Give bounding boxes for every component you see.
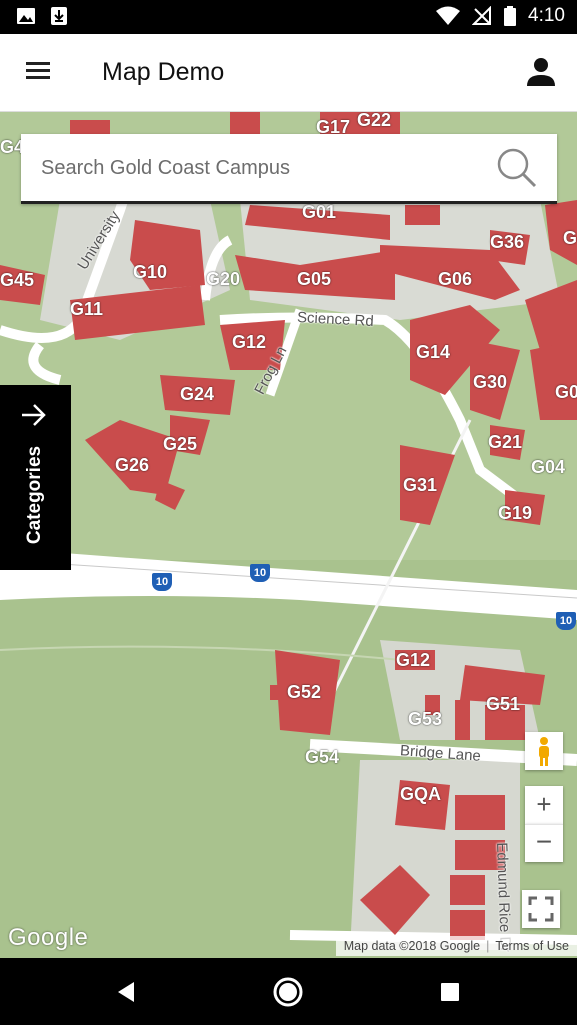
building-label: G45 (0, 270, 35, 290)
status-bar: 4:10 (0, 0, 577, 34)
fullscreen-icon (528, 896, 554, 922)
building-label: G30 (473, 372, 508, 392)
map-attribution: Map data ©2018 Google | Terms of Use (335, 936, 577, 956)
building-label: G21 (488, 432, 523, 452)
search-bar (21, 134, 557, 204)
building-label: G11 (70, 299, 104, 319)
building-label: G24 (180, 384, 215, 404)
highway-shield: 10 (250, 564, 270, 582)
google-logo: Google (8, 924, 89, 951)
highway-shield: 10 (152, 573, 172, 591)
navigation-bar (0, 958, 577, 1025)
wifi-icon (436, 6, 461, 25)
street-view-button[interactable] (525, 732, 563, 770)
menu-button[interactable] (22, 58, 56, 88)
building-label: G10 (133, 262, 168, 282)
building-label: G26 (115, 455, 150, 475)
zoom-in-button[interactable]: + (525, 786, 563, 824)
building-label: G0 (555, 382, 577, 402)
home-icon[interactable] (270, 974, 306, 1010)
terms-link[interactable]: Terms of Use (495, 939, 569, 953)
hamburger-icon (26, 62, 50, 65)
building-label: G52 (287, 682, 322, 702)
building-label: G22 (357, 112, 392, 130)
search-icon[interactable] (495, 146, 539, 190)
recents-icon[interactable] (432, 974, 468, 1010)
building-label: G04 (531, 457, 566, 477)
app-bar: Map Demo (0, 34, 577, 112)
no-signal-icon (472, 6, 492, 25)
highway-shield: 10 (556, 612, 576, 630)
app-title: Map Demo (102, 58, 225, 86)
profile-button[interactable] (523, 54, 559, 90)
pegman-icon (539, 737, 549, 766)
battery-icon (504, 6, 517, 26)
clock: 4:10 (528, 5, 565, 26)
categories-tab[interactable]: Categories (0, 385, 71, 570)
building-label: GQA (400, 784, 442, 804)
building-label: G (563, 228, 577, 248)
building-label: G20 (206, 269, 241, 289)
building-label: G01 (302, 202, 337, 222)
back-icon[interactable] (108, 974, 144, 1010)
image-notification-icon (17, 8, 35, 24)
categories-label: Categories (24, 445, 45, 545)
zoom-out-button[interactable]: − (525, 824, 563, 862)
person-icon (527, 58, 555, 86)
building-label: G05 (297, 269, 332, 289)
map-view[interactable]: G17 G22 G01 G36 G45 G10 G20 G05 G06 G11 … (0, 112, 577, 958)
building-label: G06 (438, 269, 473, 289)
building-label: G36 (490, 232, 525, 252)
building-label: G19 (498, 503, 533, 523)
search-input[interactable] (41, 152, 491, 184)
building-label: G51 (486, 694, 521, 714)
building-label: G12 (232, 332, 267, 352)
building-label: G14 (416, 342, 451, 362)
map-data-text: Map data ©2018 Google (343, 939, 481, 953)
building-label: G12 (396, 650, 431, 670)
building-label: G31 (403, 475, 438, 495)
building-label: G54 (305, 747, 340, 767)
download-notification-icon (51, 7, 67, 25)
building-label: G53 (408, 709, 443, 729)
fullscreen-button[interactable] (522, 890, 560, 928)
building-label: G25 (163, 434, 198, 454)
arrow-right-icon (22, 404, 46, 426)
